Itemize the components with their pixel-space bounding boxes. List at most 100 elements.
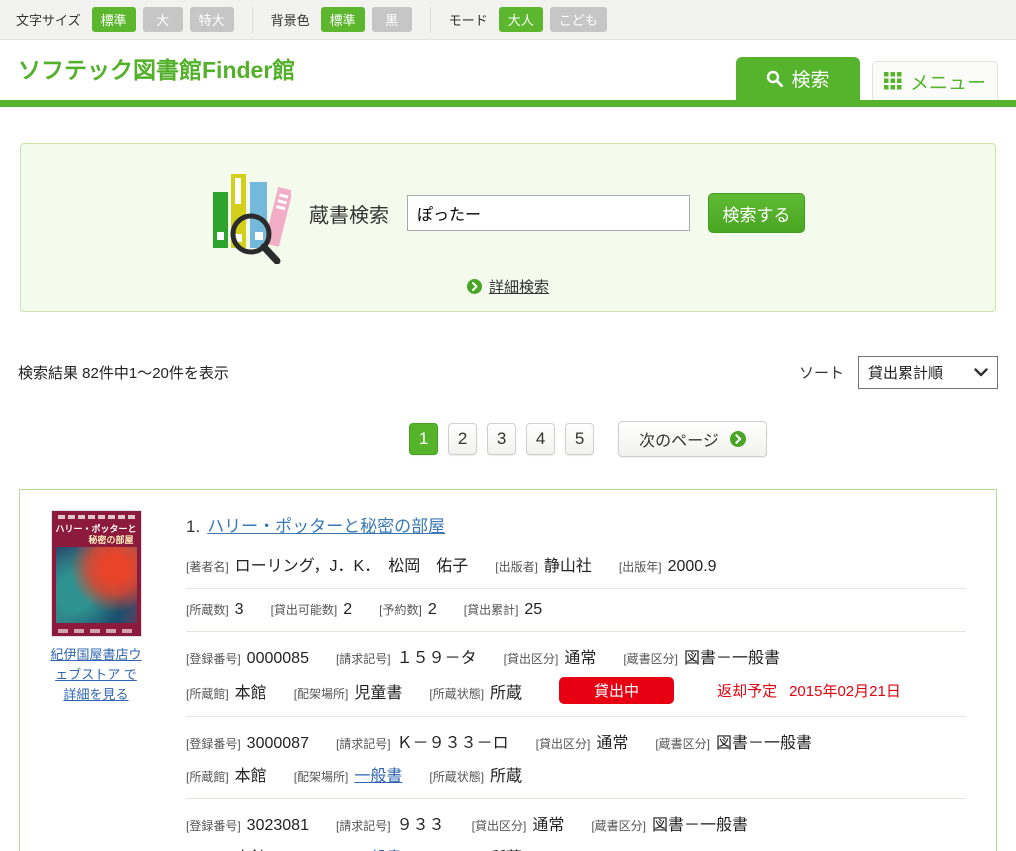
author-value: ローリング，J．K． 松岡 佑子 [235,552,469,576]
field-label: [配架場所] [294,768,349,785]
holdings-count: 3 [235,601,244,619]
field-label: [蔵書区分] [623,650,678,667]
header-accent-bar [0,100,1016,107]
return-due-date: 2015年02月21日 [789,680,901,701]
font-size-standard-button[interactable]: 標準 [92,7,136,32]
library-name: 本館 [235,679,267,703]
field-label: [貸出累計] [464,601,519,618]
page-button-1[interactable]: 1 [409,423,438,455]
loan-type: 通常 [596,729,628,753]
tab-menu[interactable]: メニュー [872,61,998,100]
bg-color-black-button[interactable]: 黒 [372,7,412,32]
divider [252,7,253,33]
next-page-label: 次のページ [639,427,719,451]
cover-artwork [56,547,137,623]
kinokuniya-store-link[interactable]: 紀伊国屋書店ウェブストア で詳細を見る [50,645,142,705]
item-index: 1. [186,517,200,536]
shelf-location-link[interactable]: 一般書 [354,844,402,851]
holding-row: [登録番号]3000087 [請求記号]Ｋ－９３３－ロ [貸出区分]通常 [蔵書… [186,729,966,786]
menu-grid-icon [884,72,902,90]
search-icon [766,70,783,87]
field-label: [貸出区分] [472,817,527,834]
publisher-value: 静山社 [544,552,592,576]
field-label: [出版者] [495,558,538,575]
sort-label: ソート [799,362,844,383]
item-title-row: 1. ハリー・ポッターと秘密の部屋 [186,512,966,537]
field-label: [出版年] [619,558,662,575]
divider [186,716,966,717]
loan-type: 通常 [564,644,596,668]
call-number: ９３３ [397,811,445,835]
field-label: [予約数] [379,601,422,618]
font-size-xlarge-button[interactable]: 特大 [190,7,234,32]
search-submit-button[interactable]: 検索する [708,193,805,233]
font-size-label: 文字サイズ [16,10,81,29]
font-size-large-button[interactable]: 大 [143,7,183,32]
field-label: [所蔵館] [186,768,229,785]
tab-search-label: 検索 [791,65,829,92]
cover-title-text: 秘密の部屋 [52,533,134,546]
on-loan-badge: 貸出中 [559,677,674,704]
holding-status: 所蔵 [490,762,522,786]
search-input[interactable] [407,195,690,231]
page-button-3[interactable]: 3 [487,423,516,455]
search-panel: 蔵書検索 検索する 詳細検索 [20,143,996,312]
field-label: [蔵書区分] [591,817,646,834]
registration-number: 3023081 [247,817,309,835]
registration-number: 0000085 [247,650,309,668]
field-label: [配架場所] [294,685,349,702]
field-label: [貸出区分] [504,650,559,667]
results-bar: 検索結果 82件中1〜20件を表示 ソート 貸出累計順 [18,356,998,389]
book-cover-image[interactable]: ハリー・ポッターと 秘密の部屋 [51,510,142,637]
holding-status: 所蔵 [490,844,522,851]
return-due-label: 返却予定 [717,680,777,701]
field-label: [所蔵状態] [429,685,484,702]
page-button-4[interactable]: 4 [526,423,555,455]
shelf-location: 児童書 [354,679,402,703]
item-title-link[interactable]: ハリー・ポッターと秘密の部屋 [207,517,445,536]
reservation-count: 2 [428,601,437,619]
result-item: ハリー・ポッターと 秘密の部屋 紀伊国屋書店ウェブストア で詳細を見る 1. ハリ… [19,489,997,851]
next-page-button[interactable]: 次のページ [618,421,767,457]
bg-color-standard-button[interactable]: 標準 [321,7,365,32]
site-header: ソフテック図書館Finder館 検索 メニュー [0,40,1016,100]
field-label: [請求記号] [336,650,391,667]
material-type: 図書－一般書 [684,644,780,668]
item-details-column: 1. ハリー・ポッターと秘密の部屋 [著者名] ローリング，J．K． 松岡 佑子 [… [186,510,966,851]
sort-selected-value: 貸出累計順 [868,362,943,383]
field-label: [著者名] [186,558,229,575]
divider [186,631,966,632]
item-counts-row: [所蔵数]3 [貸出可能数]2 [予約数]2 [貸出累計]25 [186,601,966,619]
material-type: 図書－一般書 [716,729,812,753]
library-books-icon [211,162,291,264]
sort-control: ソート 貸出累計順 [799,356,998,389]
call-number: １５９－タ [397,644,477,668]
tab-search[interactable]: 検索 [736,57,860,100]
field-label: [登録番号] [186,735,241,752]
mode-adult-button[interactable]: 大人 [499,7,543,32]
arrow-circle-icon [730,431,746,447]
library-name: 本館 [235,844,267,851]
field-label: [請求記号] [336,817,391,834]
item-meta-row: [著者名] ローリング，J．K． 松岡 佑子 [出版者] 静山社 [出版年] 2000… [186,552,966,576]
registration-number: 3000087 [247,735,309,753]
field-label: [請求記号] [336,735,391,752]
mode-group: モード 大人 こども [449,7,607,32]
item-cover-column: ハリー・ポッターと 秘密の部屋 紀伊国屋書店ウェブストア で詳細を見る [50,510,142,851]
accessibility-bar: 文字サイズ 標準 大 特大 背景色 標準 黒 モード 大人 こども [0,0,1016,40]
holding-status: 所蔵 [490,679,522,703]
font-size-group: 文字サイズ 標準 大 特大 [16,7,234,32]
divider [186,798,966,799]
advanced-search-link[interactable]: 詳細検索 [489,276,549,297]
library-name: 本館 [235,762,267,786]
header-tabs: 検索 メニュー [736,57,998,100]
page-button-5[interactable]: 5 [565,423,594,455]
bg-color-label: 背景色 [271,10,310,29]
shelf-location-link[interactable]: 一般書 [354,762,402,786]
mode-kids-button[interactable]: こども [550,7,607,32]
pubyear-value: 2000.9 [668,558,717,576]
field-label: [登録番号] [186,650,241,667]
sort-select[interactable]: 貸出累計順 [858,356,998,389]
page-button-2[interactable]: 2 [448,423,477,455]
field-label: [登録番号] [186,817,241,834]
